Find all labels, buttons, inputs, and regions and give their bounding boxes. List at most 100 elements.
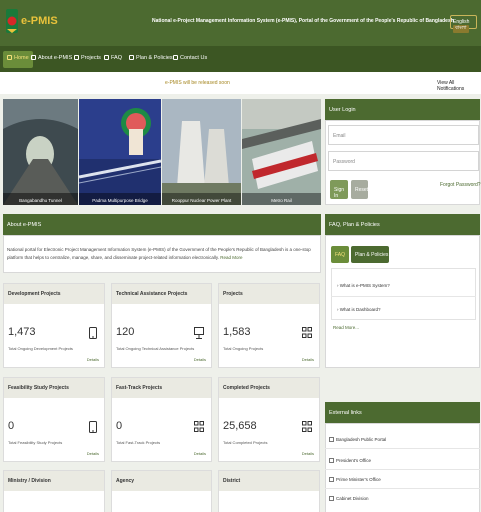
stat-card[interactable]: District: [218, 470, 320, 512]
card-details-link[interactable]: Details: [194, 451, 206, 456]
view-all-notifications-link[interactable]: View All Notifications: [437, 80, 481, 92]
faq-panel-title: FAQ, Plan & Policies: [325, 214, 480, 235]
password-field[interactable]: Password: [328, 151, 479, 171]
email-field[interactable]: Email: [328, 125, 479, 145]
faq-item[interactable]: › What is e-PMIS System?: [337, 283, 390, 288]
external-link-label: Cabinet Division: [336, 496, 369, 501]
tab-plan-policies[interactable]: Plan & Policies: [351, 246, 389, 263]
external-link[interactable]: Bangladesh Public Portal: [329, 437, 386, 442]
monitor-icon: [194, 327, 204, 339]
bangladesh-emblem-icon[interactable]: [5, 7, 19, 35]
nav-projects-label: Projects: [81, 55, 101, 61]
faq-read-more-link[interactable]: Read More...: [333, 325, 359, 330]
logo-text[interactable]: e-PMIS: [21, 15, 58, 27]
forgot-password-link[interactable]: Forgot Password?: [440, 182, 481, 188]
bridge-image: [79, 99, 161, 205]
card-details-link[interactable]: Details: [302, 357, 314, 362]
nav-projects[interactable]: Projects: [74, 55, 101, 61]
folder-icon: [74, 55, 79, 60]
faq-item-label: What is Dashboard?: [339, 307, 381, 312]
link-divider: [325, 469, 480, 470]
card-value: 0: [116, 420, 123, 432]
card-details-link[interactable]: Details: [87, 451, 99, 456]
reset-button[interactable]: Reset: [351, 180, 368, 199]
mobile-icon: [89, 421, 97, 433]
grid-icon: [194, 421, 204, 432]
question-icon: [104, 55, 109, 60]
faq-item[interactable]: › What is Dashboard?: [337, 307, 381, 312]
nav-faq[interactable]: FAQ: [104, 55, 122, 61]
external-link[interactable]: Cabinet Division: [329, 496, 369, 501]
stat-card[interactable]: Technical Assistance Projects 120 Total …: [111, 283, 212, 368]
card-title: Fast-Track Projects: [112, 378, 211, 398]
gallery-caption: Padma Multipurpose Bridge: [92, 198, 148, 203]
gallery-photo-metro[interactable]: Metro Rail: [242, 99, 321, 205]
project-gallery: Bangabandhu Tunnel Padma Multipurpose Br…: [3, 99, 321, 205]
nav-about-label: About e-PMIS: [38, 55, 73, 61]
about-text: National portal for Electronic Project M…: [7, 246, 320, 262]
stat-card[interactable]: Ministry / Division: [3, 470, 105, 512]
notice-bar: e-PMIS will be released soon View All No…: [0, 72, 481, 94]
faq-divider: [331, 296, 476, 297]
external-link-label: Prime Minister's Office: [336, 477, 381, 482]
nav-contact[interactable]: Contact Us: [173, 55, 207, 61]
tab-faq[interactable]: FAQ: [331, 246, 349, 263]
card-value: 0: [8, 420, 15, 432]
sign-in-button[interactable]: Sign In: [330, 180, 348, 199]
card-details-link[interactable]: Details: [194, 357, 206, 362]
metro-rail-image: [242, 99, 321, 205]
external-link[interactable]: Prime Minister's Office: [329, 477, 381, 482]
checkbox-icon: [329, 496, 334, 501]
card-value: 25,658: [223, 420, 257, 432]
card-subtitle: Total Ongoing Development Projects: [8, 346, 73, 351]
card-title: Development Projects: [4, 284, 104, 304]
nav-faq-label: FAQ: [111, 55, 123, 61]
card-details-link[interactable]: Details: [87, 357, 99, 362]
external-link-label: President's Office: [336, 458, 372, 463]
nav-plan-policies[interactable]: Plan & Policies: [129, 55, 173, 61]
gallery-caption: Bangabandhu Tunnel: [19, 198, 62, 203]
tab-faq-label: FAQ: [335, 252, 346, 258]
gallery-photo-power-plant[interactable]: Rooppur Nuclear Power Plant: [162, 99, 241, 205]
grid-icon: [302, 421, 312, 432]
about-panel-title: About e-PMIS: [3, 214, 321, 235]
tab-plan-label: Plan & Policies: [355, 252, 389, 258]
mobile-icon: [89, 327, 97, 339]
info-icon: [31, 55, 36, 60]
card-details-link[interactable]: Details: [302, 451, 314, 456]
gallery-caption: Metro Rail: [271, 198, 292, 203]
gallery-photo-tunnel[interactable]: Bangabandhu Tunnel: [3, 99, 78, 205]
about-read-more-link[interactable]: Read More: [220, 255, 242, 260]
power-plant-image: [162, 99, 241, 205]
card-value: 1,473: [8, 326, 36, 338]
card-title: Feasibility Study Projects: [4, 378, 104, 398]
main-nav: Home About e-PMIS Projects FAQ Plan & Po…: [0, 46, 481, 72]
stat-card[interactable]: Fast-Track Projects 0 Total Fast-Track P…: [111, 377, 212, 462]
card-title: Projects: [219, 284, 319, 304]
gallery-photo-bridge[interactable]: Padma Multipurpose Bridge: [79, 99, 161, 205]
login-panel-title: User Login: [325, 99, 480, 120]
lang-bn[interactable]: বাংলা: [453, 25, 469, 33]
tunnel-image: [3, 99, 78, 205]
stat-card[interactable]: Projects 1,583 Total Ongoing Projects De…: [218, 283, 320, 368]
language-toggle[interactable]: English বাংলা: [450, 15, 477, 33]
checkbox-icon: [329, 458, 334, 463]
external-link[interactable]: President's Office: [329, 458, 371, 463]
stat-card[interactable]: Completed Projects 25,658 Total Complete…: [218, 377, 320, 462]
grid-icon: [302, 327, 312, 338]
card-value: 120: [116, 326, 135, 338]
card-subtitle: Total Completed Projects: [223, 440, 268, 445]
nav-contact-label: Contact Us: [180, 55, 208, 61]
stat-card[interactable]: Feasibility Study Projects 0 Total Feasi…: [3, 377, 105, 462]
nav-about[interactable]: About e-PMIS: [31, 55, 72, 61]
stat-card[interactable]: Development Projects 1,473 Total Ongoing…: [3, 283, 105, 368]
card-title: Completed Projects: [219, 378, 319, 398]
notice-marquee[interactable]: e-PMIS will be released soon: [165, 80, 230, 86]
card-title: District: [219, 471, 319, 491]
link-divider: [325, 448, 480, 449]
gallery-caption: Rooppur Nuclear Power Plant: [171, 198, 232, 203]
nav-home-label: Home: [14, 55, 29, 61]
nav-home[interactable]: Home: [3, 51, 33, 68]
stat-card[interactable]: Agency: [111, 470, 212, 512]
document-icon: [129, 55, 134, 60]
